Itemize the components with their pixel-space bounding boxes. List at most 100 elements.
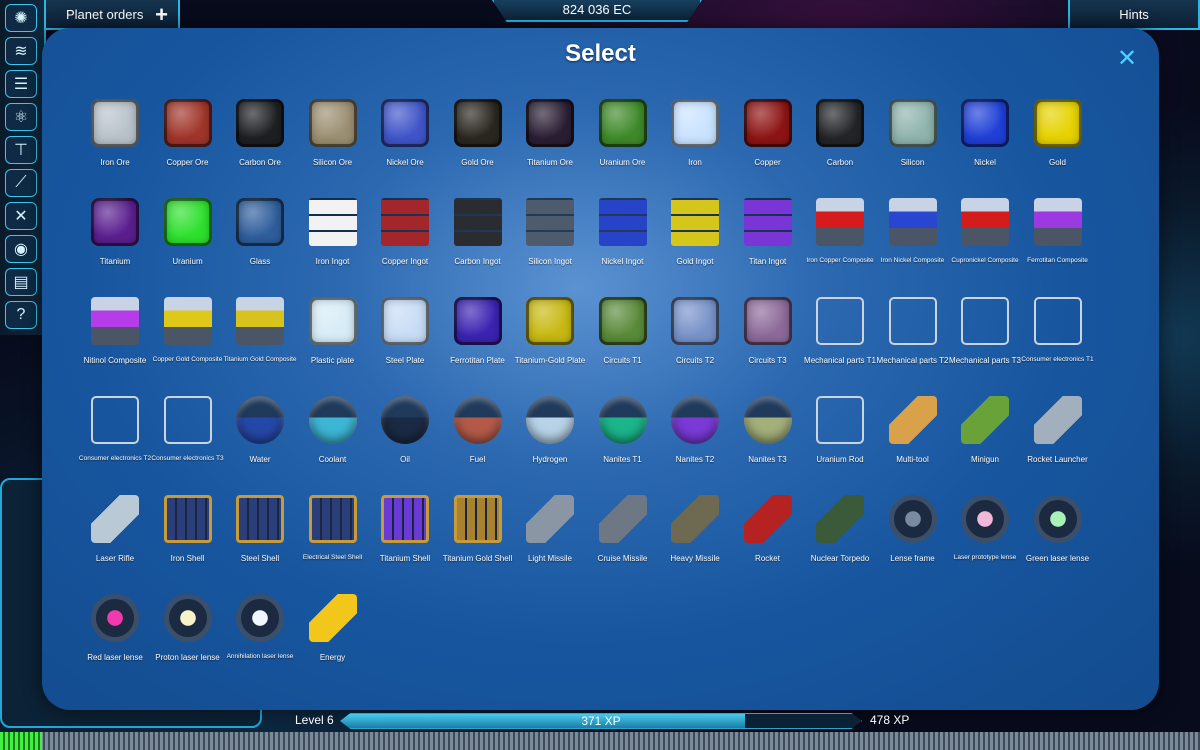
item-proton-laser-lense[interactable]: Proton laser lense	[155, 591, 221, 677]
item-consumer-electronics-t1[interactable]: Consumer electronics T1	[1021, 294, 1094, 380]
atom-icon[interactable]: ⚛	[5, 103, 37, 131]
hints-button[interactable]: Hints	[1068, 0, 1200, 30]
item-iron-ingot[interactable]: Iron Ingot	[300, 195, 366, 281]
item-titanium-gold-plate[interactable]: Titanium-Gold Plate	[515, 294, 585, 380]
item-silicon[interactable]: Silicon	[880, 96, 946, 182]
nanites-t3-icon	[743, 396, 792, 444]
item-nickel-ore[interactable]: Nickel Ore	[372, 96, 438, 182]
tools-icon[interactable]: ✕	[5, 202, 37, 230]
item-steel-shell[interactable]: Steel Shell	[227, 492, 293, 578]
item-carbon[interactable]: Carbon	[807, 96, 873, 182]
item-plastic-plate[interactable]: Plastic plate	[300, 294, 366, 380]
item-titanium-shell[interactable]: Titanium Shell	[372, 492, 438, 578]
item-label: Nickel Ingot	[601, 257, 644, 266]
item-iron-nickel-composite[interactable]: Iron Nickel Composite	[880, 195, 946, 281]
planet-orders-button[interactable]: Planet orders +	[44, 0, 180, 30]
item-iron[interactable]: Iron	[662, 96, 728, 182]
eye-icon[interactable]: ◉	[5, 235, 37, 263]
item-uranium-ore[interactable]: Uranium Ore	[590, 96, 656, 182]
storage-icon[interactable]: ▤	[5, 268, 37, 296]
item-nitinol-composite[interactable]: Nitinol Composite	[82, 294, 148, 380]
list-icon[interactable]: ☰	[5, 70, 37, 98]
tree-icon[interactable]: ⊤	[5, 136, 37, 164]
item-circuits-t3[interactable]: Circuits T3	[735, 294, 801, 380]
item-silicon-ore[interactable]: Silicon Ore	[300, 96, 366, 182]
item-multi-tool[interactable]: Multi-tool	[880, 393, 946, 479]
item-gold-ore[interactable]: Gold Ore	[445, 96, 511, 182]
status-strip	[0, 732, 1200, 750]
item-laser-prototype-lense[interactable]: Laser prototype lense	[952, 492, 1018, 578]
item-laser-rifle[interactable]: Laser Rifle	[82, 492, 148, 578]
item-label: Mechanical parts T2	[876, 356, 949, 365]
item-copper[interactable]: Copper	[735, 96, 801, 182]
item-glass[interactable]: Glass	[227, 195, 293, 281]
item-titan-ingot[interactable]: Titan Ingot	[735, 195, 801, 281]
item-steel-plate[interactable]: Steel Plate	[372, 294, 438, 380]
rocket-icon	[743, 495, 792, 543]
item-nickel-ingot[interactable]: Nickel Ingot	[590, 195, 656, 281]
item-lense-frame[interactable]: Lense frame	[880, 492, 946, 578]
item-water[interactable]: Water	[227, 393, 293, 479]
item-copper-ore[interactable]: Copper Ore	[155, 96, 221, 182]
item-label: Gold Ingot	[676, 257, 714, 266]
ship-icon[interactable]: ⟋	[5, 169, 37, 197]
minigun-icon	[961, 396, 1009, 444]
item-silicon-ingot[interactable]: Silicon Ingot	[517, 195, 583, 281]
close-icon[interactable]: ✕	[1116, 47, 1138, 71]
item-cruise-missile[interactable]: Cruise Missile	[590, 492, 656, 578]
item-gold-ingot[interactable]: Gold Ingot	[662, 195, 728, 281]
item-nanites-t2[interactable]: Nanites T2	[662, 393, 728, 479]
item-iron-shell[interactable]: Iron Shell	[155, 492, 221, 578]
item-consumer-electronics-t2[interactable]: Consumer electronics T2	[79, 393, 151, 479]
item-iron-copper-composite[interactable]: Iron Copper Composite	[806, 195, 874, 281]
item-minigun[interactable]: Minigun	[952, 393, 1018, 479]
item-red-laser-lense[interactable]: Red laser lense	[82, 591, 148, 677]
item-nanites-t3[interactable]: Nanites T3	[735, 393, 801, 479]
item-titanium-gold-shell[interactable]: Titanium Gold Shell	[443, 492, 512, 578]
item-energy[interactable]: Energy	[300, 591, 366, 677]
item-label: Energy	[319, 653, 346, 662]
layers-icon[interactable]: ≋	[5, 37, 37, 65]
item-label: Proton laser lense	[155, 653, 220, 662]
item-light-missile[interactable]: Light Missile	[517, 492, 583, 578]
item-ferrotitan-composite[interactable]: Ferrotitan Composite	[1025, 195, 1091, 281]
item-carbon-ingot[interactable]: Carbon Ingot	[445, 195, 511, 281]
item-rocket[interactable]: Rocket	[735, 492, 801, 578]
help-icon[interactable]: ?	[5, 301, 37, 329]
item-titanium[interactable]: Titanium	[82, 195, 148, 281]
item-heavy-missile[interactable]: Heavy Missile	[662, 492, 728, 578]
item-cupronickel-composite[interactable]: Cupronickel Composite	[951, 195, 1019, 281]
mechanical-parts-t3-icon	[961, 297, 1009, 345]
item-rocket-launcher[interactable]: Rocket Launcher	[1025, 393, 1091, 479]
item-iron-ore[interactable]: Iron Ore	[82, 96, 148, 182]
planet-icon[interactable]: ✺	[5, 4, 37, 32]
item-ferrotitan-plate[interactable]: Ferrotitan Plate	[445, 294, 511, 380]
item-nanites-t1[interactable]: Nanites T1	[590, 393, 656, 479]
item-titanium-gold-composite[interactable]: Titanium Gold Composite	[223, 294, 297, 380]
item-nickel[interactable]: Nickel	[952, 96, 1018, 182]
item-annihilation-laser-lense[interactable]: Annihilation laser lense	[227, 591, 293, 677]
item-gold[interactable]: Gold	[1025, 96, 1091, 182]
item-mechanical-parts-t2[interactable]: Mechanical parts T2	[877, 294, 948, 380]
steel-shell-icon	[236, 495, 284, 543]
ferrotitan-plate-icon	[453, 297, 502, 345]
item-nuclear-torpedo[interactable]: Nuclear Torpedo	[807, 492, 873, 578]
light-missile-icon	[526, 495, 574, 543]
item-circuits-t2[interactable]: Circuits T2	[662, 294, 728, 380]
item-coolant[interactable]: Coolant	[300, 393, 366, 479]
item-copper-gold-composite[interactable]: Copper Gold Composite	[153, 294, 222, 380]
item-uranium-rod[interactable]: Uranium Rod	[807, 393, 873, 479]
item-carbon-ore[interactable]: Carbon Ore	[227, 96, 293, 182]
item-uranium[interactable]: Uranium	[155, 195, 221, 281]
item-copper-ingot[interactable]: Copper Ingot	[372, 195, 438, 281]
item-mechanical-parts-t1[interactable]: Mechanical parts T1	[804, 294, 876, 380]
item-fuel[interactable]: Fuel	[445, 393, 511, 479]
item-circuits-t1[interactable]: Circuits T1	[590, 294, 656, 380]
item-consumer-electronics-t3[interactable]: Consumer electronics T3	[151, 393, 224, 479]
item-hydrogen[interactable]: Hydrogen	[517, 393, 583, 479]
item-oil[interactable]: Oil	[372, 393, 438, 479]
item-electrical-steel-shell[interactable]: Electrical Steel Shell	[300, 492, 366, 578]
item-green-laser-lense[interactable]: Green laser lense	[1025, 492, 1091, 578]
item-mechanical-parts-t3[interactable]: Mechanical parts T3	[949, 294, 1021, 380]
item-titanium-ore[interactable]: Titanium Ore	[517, 96, 583, 182]
